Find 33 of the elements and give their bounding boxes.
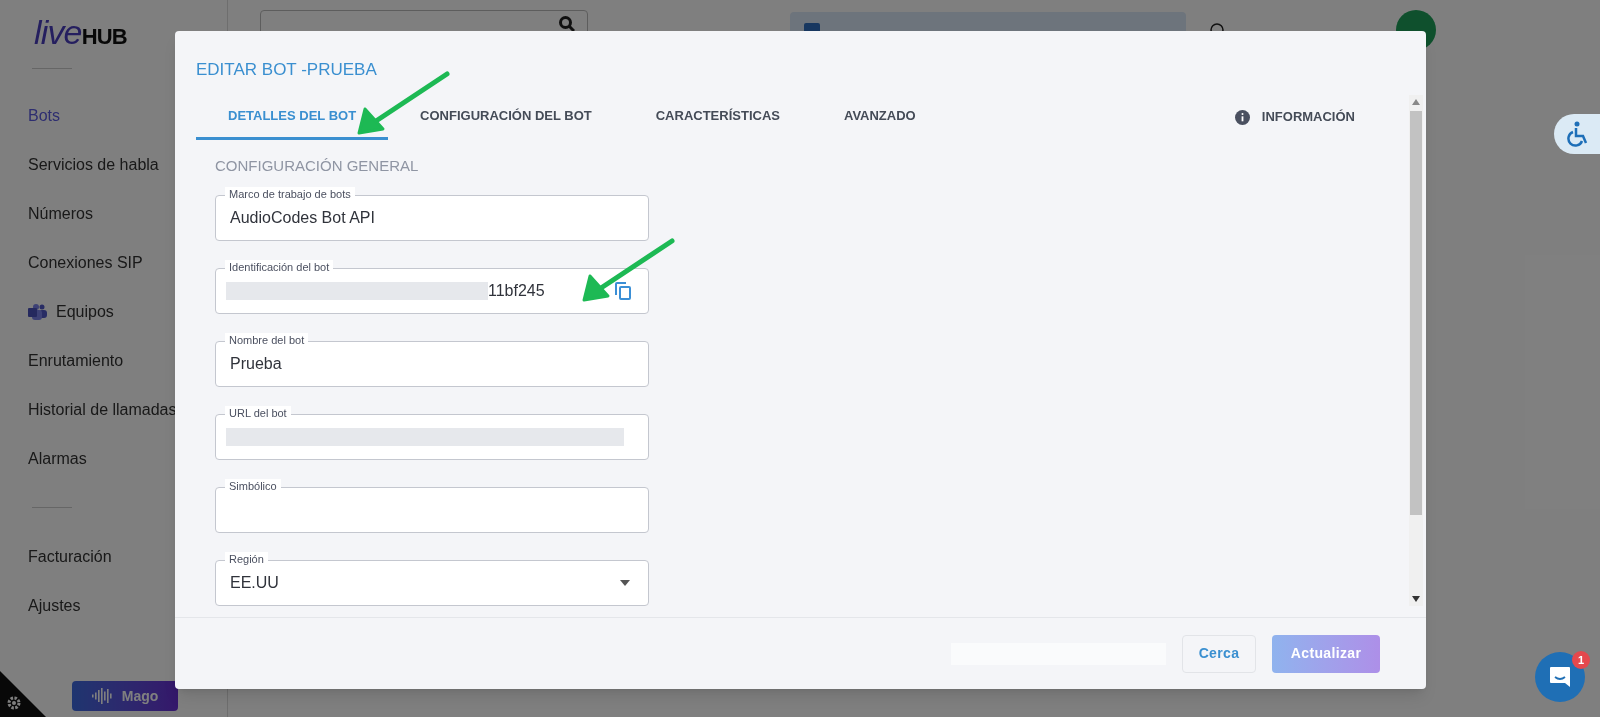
scroll-up-icon[interactable] bbox=[1412, 98, 1420, 105]
wheelchair-icon bbox=[1565, 121, 1589, 147]
field-label: URL del bot bbox=[225, 406, 291, 420]
field-label: Nombre del bot bbox=[225, 333, 309, 347]
info-icon bbox=[1234, 109, 1250, 125]
field-label: Región bbox=[225, 552, 268, 566]
caret-icon bbox=[620, 580, 630, 586]
field-label: Marco de trabajo de bots bbox=[225, 187, 355, 201]
scrollbar[interactable] bbox=[1409, 94, 1423, 606]
field-value: Prueba bbox=[230, 354, 282, 374]
settings-icon[interactable] bbox=[0, 671, 46, 717]
waveform-icon bbox=[91, 688, 114, 704]
tab[interactable]: CONFIGURACIÓN DEL BOT bbox=[388, 94, 624, 140]
tab[interactable]: CARACTERÍSTICAS bbox=[623, 94, 812, 140]
field-value: AudioCodes Bot API bbox=[230, 208, 375, 228]
chat-icon bbox=[1548, 665, 1572, 689]
search-icon bbox=[559, 16, 575, 32]
field-label: Identificación del bot bbox=[225, 260, 334, 274]
scroll-down-icon[interactable] bbox=[1412, 595, 1420, 602]
notification-badge: 1 bbox=[1572, 651, 1590, 669]
wizard-button[interactable]: Mago bbox=[72, 681, 178, 711]
logo: liveHUB bbox=[34, 15, 127, 53]
tab[interactable]: AVANZADO bbox=[811, 94, 948, 140]
info-link[interactable]: INFORMACIÓN bbox=[1234, 107, 1355, 127]
field-value: EE.UU bbox=[230, 573, 279, 593]
accessibility-button[interactable] bbox=[1554, 114, 1600, 154]
field-value: 11bf245 bbox=[488, 281, 545, 301]
chat-button[interactable] bbox=[1535, 652, 1585, 702]
field-label: Simbólico bbox=[225, 479, 281, 493]
close-button[interactable]: Cerca bbox=[1182, 634, 1256, 673]
copy-icon[interactable] bbox=[614, 281, 632, 301]
dialog-title: EDITAR BOT -PRUEBA bbox=[195, 59, 378, 81]
section-heading: CONFIGURACIÓN GENERAL bbox=[214, 155, 420, 176]
